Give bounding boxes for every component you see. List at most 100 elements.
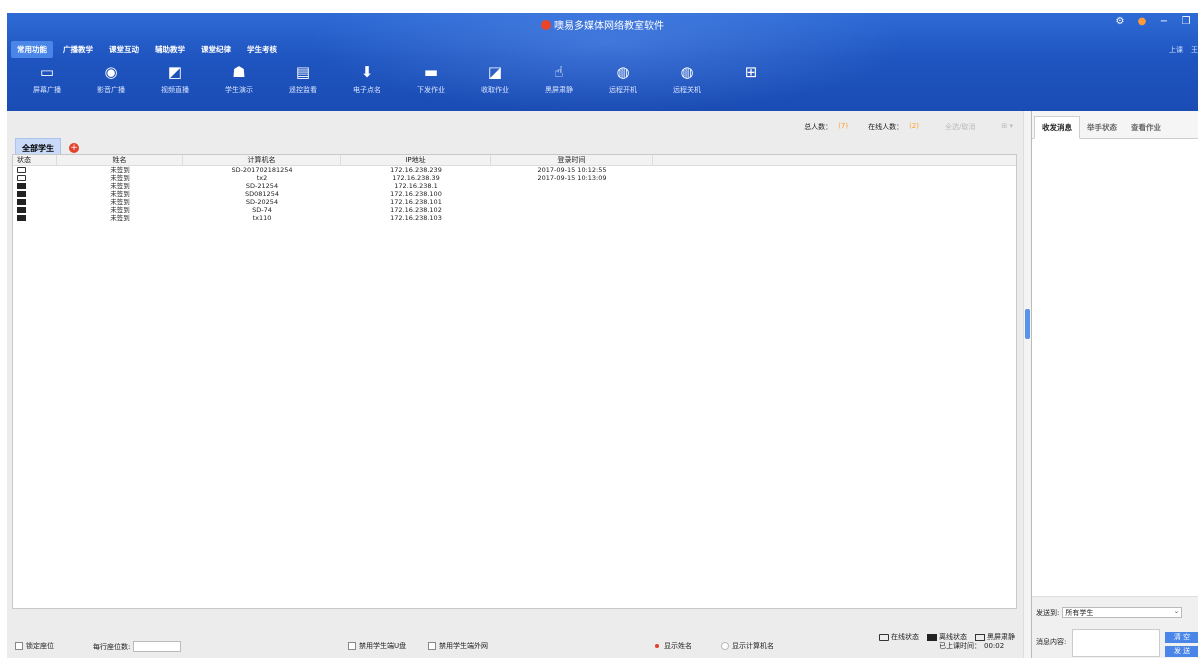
total-label: 总人数：: [804, 123, 833, 131]
toolbar-button-1[interactable]: ◉ 影音广播: [79, 61, 143, 95]
tab-0[interactable]: 常用功能: [11, 41, 53, 58]
toolbar-button-4[interactable]: ▤ 遥控监看: [271, 61, 335, 95]
toolbar-button-6[interactable]: ▬ 下发作业: [399, 61, 463, 95]
monitor-blackscreen-icon: [975, 633, 985, 641]
ban-net-checkbox[interactable]: 禁用学生端外网: [428, 641, 488, 651]
toolbar-label: 视频直播: [161, 86, 189, 94]
checkbox-box[interactable]: [15, 642, 23, 650]
status-cell: [13, 190, 57, 198]
alert-icon[interactable]: ●: [1136, 16, 1148, 27]
col-ip[interactable]: IP地址: [341, 155, 491, 165]
settings-icon[interactable]: ⚙: [1114, 16, 1126, 27]
table-row[interactable]: 未签到 SD081254 172.16.238.100: [13, 190, 1016, 198]
remote-power-off-icon: ◍: [680, 63, 694, 81]
clear-button[interactable]: 清 空: [1165, 632, 1198, 643]
show-computer-radio[interactable]: 显示计算机名: [721, 641, 774, 651]
checkbox-box[interactable]: [348, 642, 356, 650]
ban-usb-checkbox[interactable]: 禁用学生端U盘: [348, 641, 406, 651]
col-computer[interactable]: 计算机名: [183, 155, 341, 165]
legend-blackscreen-label: 黑屏肃静: [987, 633, 1015, 641]
tab-4[interactable]: 课堂纪律: [195, 41, 237, 58]
panel-splitter[interactable]: [1023, 111, 1031, 658]
tab-1[interactable]: 广播教学: [57, 41, 99, 58]
message-tab-0[interactable]: 收发消息: [1034, 116, 1080, 139]
send-to: 发送到: 所有学生: [1036, 606, 1183, 618]
splitter-handle[interactable]: [1025, 309, 1030, 339]
status-cell: [13, 166, 57, 174]
send-button[interactable]: 发 送: [1165, 646, 1198, 657]
online-value: (2): [909, 122, 920, 130]
online-label: 在线人数：: [868, 123, 904, 131]
message-input[interactable]: [1072, 629, 1160, 657]
user-info: 上课 王: [1169, 45, 1198, 55]
teacher-name: 王: [1191, 46, 1198, 54]
radio-unselected[interactable]: [721, 642, 729, 650]
bottom-bar: 锁定座位 每行座位数: 禁用学生端U盘 禁用学生端外网 显示姓名 显示计算机名 …: [15, 641, 1015, 653]
computer-cell: SD-201702181254: [231, 166, 293, 174]
app-logo-icon: [541, 20, 551, 30]
message-tab-1[interactable]: 举手状态: [1080, 117, 1124, 138]
add-group-icon[interactable]: +: [69, 143, 79, 153]
radio-selected[interactable]: [653, 642, 661, 650]
toolbar-button-7[interactable]: ◪ 收取作业: [463, 61, 527, 95]
status-cell: [13, 198, 57, 206]
toolbar-button-0[interactable]: ▭ 屏幕广播: [15, 61, 79, 95]
ip-cell: 172.16.238.239: [390, 166, 442, 174]
message-tab-2[interactable]: 查看作业: [1124, 117, 1168, 138]
media-broadcast-icon: ◉: [104, 63, 118, 81]
header: 噢易多媒体网络教室软件 ⚙ ● − ❐ 上课 王 常用功能 广播教学 课堂互动 辅助教…: [7, 13, 1198, 111]
restore-icon[interactable]: ❐: [1180, 16, 1192, 27]
name-cell: 未签到: [110, 206, 130, 214]
table-row[interactable]: 未签到 SD-21254 172.16.238.1: [13, 182, 1016, 190]
login-cell: 2017-09-15 10:12:55: [537, 166, 607, 174]
toolbar-button-2[interactable]: ◩ 视频直播: [143, 61, 207, 95]
ip-cell: 172.16.238.100: [390, 190, 442, 198]
computer-cell: SD-74: [252, 206, 272, 214]
col-name[interactable]: 姓名: [57, 155, 183, 165]
tab-3[interactable]: 辅助教学: [149, 41, 191, 58]
toolbar-button-3[interactable]: ☗ 学生演示: [207, 61, 271, 95]
grid-view-icon[interactable]: ⊞ ▾: [1001, 122, 1013, 132]
student-area: 总人数： (7) 在线人数： (2) 全选/取消 ⊞ ▾ 全部学生 + 状态 姓…: [7, 111, 1023, 658]
name-cell: 未签到: [110, 214, 130, 222]
monitor-offline-icon: [17, 183, 26, 189]
toolbar: ▭ 屏幕广播 ◉ 影音广播 ◩ 视频直播 ☗ 学生演示 ▤ 遥控监看 ⬇ 电子点名 ▬ 下发作业 ◪ 收取作业…: [15, 61, 783, 95]
minimize-icon[interactable]: −: [1158, 16, 1170, 27]
checkbox-box[interactable]: [428, 642, 436, 650]
toolbar-button-8[interactable]: ☝ 黑屏肃静: [527, 61, 591, 95]
table-body: 未签到 SD-201702181254 172.16.238.239 2017-09-…: [13, 166, 1016, 222]
name-cell: 未签到: [110, 174, 130, 182]
tab-2[interactable]: 课堂互动: [103, 41, 145, 58]
send-to-select[interactable]: 所有学生: [1062, 606, 1183, 618]
select-all-link[interactable]: 全选/取消: [945, 122, 975, 132]
monitor-online-icon: [879, 633, 889, 641]
toolbar-button-10[interactable]: ◍ 远程关机: [655, 61, 719, 95]
table-row[interactable]: 未签到 SD-201702181254 172.16.238.239 2017-09-…: [13, 166, 1016, 174]
class-time-label: 已上课时间：: [939, 642, 981, 650]
table-row[interactable]: 未签到 SD-20254 172.16.238.101: [13, 198, 1016, 206]
monitor-online-icon: [17, 175, 26, 181]
lock-seat-checkbox[interactable]: 锁定座位: [15, 641, 54, 651]
table-row[interactable]: 未签到 tx2 172.16.238.39 2017-09-15 10:13:09: [13, 174, 1016, 182]
message-label: 消息内容:: [1036, 638, 1067, 646]
toolbar-label: 黑屏肃静: [545, 86, 573, 94]
toolbar-button-11[interactable]: ⊞: [719, 61, 783, 95]
toolbar-button-9[interactable]: ◍ 远程开机: [591, 61, 655, 95]
table-row[interactable]: 未签到 SD-74 172.16.238.102: [13, 206, 1016, 214]
monitor-offline-icon: [17, 191, 26, 197]
toolbar-label: 电子点名: [353, 86, 381, 94]
show-name-radio[interactable]: 显示姓名: [653, 641, 692, 651]
col-status[interactable]: 状态: [13, 155, 57, 165]
toolbar-button-5[interactable]: ⬇ 电子点名: [335, 61, 399, 95]
table-row[interactable]: 未签到 tx110 172.16.238.103: [13, 214, 1016, 222]
col-login[interactable]: 登录时间: [491, 155, 653, 165]
login-cell: [491, 214, 653, 222]
monitor-online-icon: [17, 167, 26, 173]
app-window: 噢易多媒体网络教室软件 ⚙ ● − ❐ 上课 王 常用功能 广播教学 课堂互动 辅助教…: [7, 13, 1198, 658]
seats-per-row-input[interactable]: [133, 641, 182, 652]
remote-monitor-icon: ▤: [295, 63, 311, 81]
tab-5[interactable]: 学生考核: [241, 41, 283, 58]
ip-cell: 172.16.238.39: [392, 174, 440, 182]
name-cell: 未签到: [110, 166, 130, 174]
message-tabs: 收发消息 举手状态 查看作业: [1032, 111, 1198, 139]
